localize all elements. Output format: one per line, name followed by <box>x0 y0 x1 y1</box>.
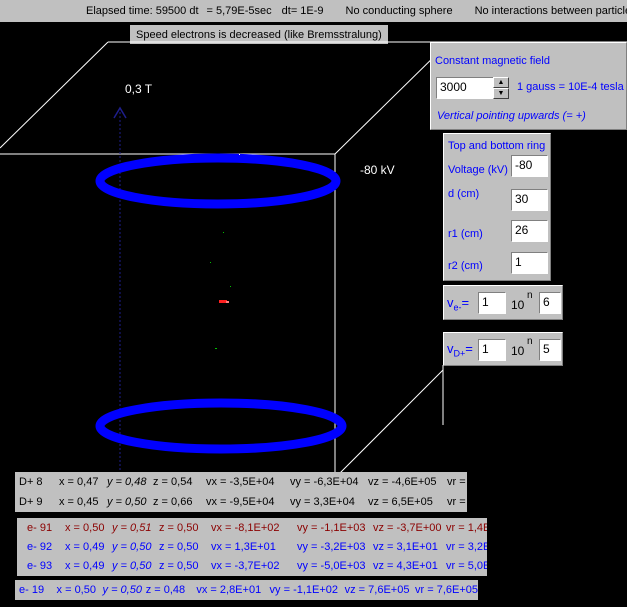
ve-mantissa-input[interactable]: 1 <box>478 292 506 314</box>
row-vr: vr = 3,2E+03 <box>446 540 487 553</box>
row-vr: vr = 4,7E+0 <box>447 476 467 488</box>
row-vz: vz = 7,6E+05 <box>344 584 410 596</box>
row-vy: vy = 3,3E+04 <box>290 496 355 508</box>
deuteron-velocity-panel: vD+= 1 10 n 5 <box>443 332 563 366</box>
row-y: y = 0,50 <box>112 540 152 553</box>
row-vr: vr = 1,4E+03 <box>446 521 487 534</box>
row-z: z = 0,48 <box>145 584 186 596</box>
row-y: y = 0,50 <box>112 559 152 572</box>
field-direction: Vertical pointing upwards (= +) <box>437 110 586 122</box>
row-vx: vx = -3,7E+02 <box>211 559 280 572</box>
row-id: e- 93 <box>27 559 53 572</box>
ring-panel: Top and bottom ring Voltage (kV) -80 d (… <box>443 133 551 281</box>
row-vy: vy = -1,1E+03 <box>297 521 366 534</box>
bottom-ring <box>95 398 347 454</box>
row-vy: vy = -3,2E+03 <box>297 540 366 553</box>
d-input[interactable]: 30 <box>511 189 548 211</box>
spin-down-icon[interactable]: ▼ <box>493 88 509 99</box>
table-row[interactable]: e- 19 x = 0,50 y = 0,50 z = 0,48 vx = 2,… <box>15 580 478 600</box>
field-strength-label: 0,3 T <box>125 82 153 96</box>
r2-label: r2 (cm) <box>448 260 483 272</box>
row-vz: vz = 6,5E+05 <box>368 496 433 508</box>
row-id: D+ 8 <box>19 476 43 488</box>
row-vy: vy = -6,3E+04 <box>290 476 359 488</box>
row-vz: vz = 4,3E+01 <box>373 559 438 572</box>
row-y: y = 0,51 <box>112 521 152 534</box>
row-vx: vx = 2,8E+01 <box>196 584 262 596</box>
row-x: x = 0,49 <box>65 540 105 553</box>
row-vy: vy = -1,1E+02 <box>269 584 339 596</box>
magnetic-field-input[interactable]: 3000 <box>436 77 494 99</box>
ve-n: n <box>527 290 533 301</box>
row-z: z = 0,66 <box>153 496 193 508</box>
ve-ten: 10 <box>511 298 525 312</box>
magnetic-field-panel: Constant magnetic field 3000 ▲ ▼ 1 gauss… <box>430 42 627 130</box>
particles <box>210 154 240 349</box>
row-x: x = 0,45 <box>59 496 99 508</box>
row-id: e- 91 <box>27 521 53 534</box>
table-row[interactable]: D+ 9 x = 0,45 y = 0,50 z = 0,66 vx = -9,… <box>15 492 467 512</box>
row-x: x = 0,50 <box>65 521 105 534</box>
row-x: x = 0,47 <box>59 476 99 488</box>
magnetic-field-spinner[interactable]: ▲ ▼ <box>493 77 509 99</box>
voltage-label: Voltage (kV) <box>448 164 508 176</box>
r1-input[interactable]: 26 <box>511 220 548 242</box>
ve-label: ve-= <box>447 295 469 313</box>
row-vr: vr = 5,0E+03 <box>446 559 487 572</box>
row-z: z = 0,50 <box>159 559 199 572</box>
row-vy: vy = -5,0E+03 <box>297 559 366 572</box>
row-id: D+ 9 <box>19 496 43 508</box>
row-id: e- 92 <box>27 540 53 553</box>
vd-ten: 10 <box>511 344 525 358</box>
table-row[interactable]: e- 92 x = 0,49 y = 0,50 z = 0,50 vx = 1,… <box>17 537 487 556</box>
r2-input[interactable]: 1 <box>511 252 548 274</box>
r1-label: r1 (cm) <box>448 228 483 240</box>
row-y: y = 0,50 <box>102 584 142 596</box>
ring-panel-title: Top and bottom ring <box>448 140 546 152</box>
row-z: z = 0,54 <box>153 476 193 488</box>
row-y: y = 0,50 <box>107 496 147 508</box>
row-y: y = 0,48 <box>107 476 147 488</box>
ve-exponent-input[interactable]: 6 <box>539 292 561 314</box>
row-z: z = 0,50 <box>159 521 199 534</box>
top-ring <box>95 153 341 209</box>
row-id: e- 19 <box>19 584 45 596</box>
vd-mantissa-input[interactable]: 1 <box>478 339 506 361</box>
ve-eq: = <box>461 295 470 310</box>
ve-sub: e- <box>453 302 462 313</box>
row-vz: vz = -4,6E+05 <box>368 476 437 488</box>
magnetic-field-title: Constant magnetic field <box>435 55 550 67</box>
ring-voltage-label: -80 kV <box>360 163 395 177</box>
vd-eq: = <box>465 341 473 356</box>
electron-table: e- 91 x = 0,50 y = 0,51 z = 0,50 vx = -8… <box>17 518 487 576</box>
row-x: x = 0,50 <box>56 584 96 596</box>
row-vx: vx = -9,5E+04 <box>206 496 275 508</box>
row-vz: vz = 3,1E+01 <box>373 540 438 553</box>
table-row[interactable]: e- 91 x = 0,50 y = 0,51 z = 0,50 vx = -8… <box>17 518 487 537</box>
row-vz: vz = -3,7E+00 <box>373 521 442 534</box>
row-vr: vr = 7,6E+05 <box>415 584 478 596</box>
row-vx: vx = 1,3E+01 <box>211 540 276 553</box>
d-label: d (cm) <box>448 188 480 200</box>
deuteron-table: D+ 8 x = 0,47 y = 0,48 z = 0,54 vx = -3,… <box>15 472 467 512</box>
vd-label: vD+= <box>447 341 473 359</box>
row-vr: vr = 6,6E+05 <box>447 496 467 508</box>
row-x: x = 0,49 <box>65 559 105 572</box>
table-row[interactable]: e- 93 x = 0,49 y = 0,50 z = 0,50 vx = -3… <box>17 556 487 575</box>
vd-n: n <box>527 336 533 347</box>
row-z: z = 0,50 <box>159 540 199 553</box>
vd-sub: D+ <box>453 348 466 359</box>
table-row[interactable]: D+ 8 x = 0,47 y = 0,48 z = 0,54 vx = -3,… <box>15 472 467 492</box>
spin-up-icon[interactable]: ▲ <box>493 77 509 88</box>
voltage-input[interactable]: -80 <box>511 155 548 177</box>
vd-exponent-input[interactable]: 5 <box>539 339 561 361</box>
row-vx: vx = -3,5E+04 <box>206 476 275 488</box>
electron-velocity-panel: ve-= 1 10 n 6 <box>443 285 563 320</box>
gauss-unit: 1 gauss = 10E-4 tesla <box>517 81 624 93</box>
row-vx: vx = -8,1E+02 <box>211 521 280 534</box>
